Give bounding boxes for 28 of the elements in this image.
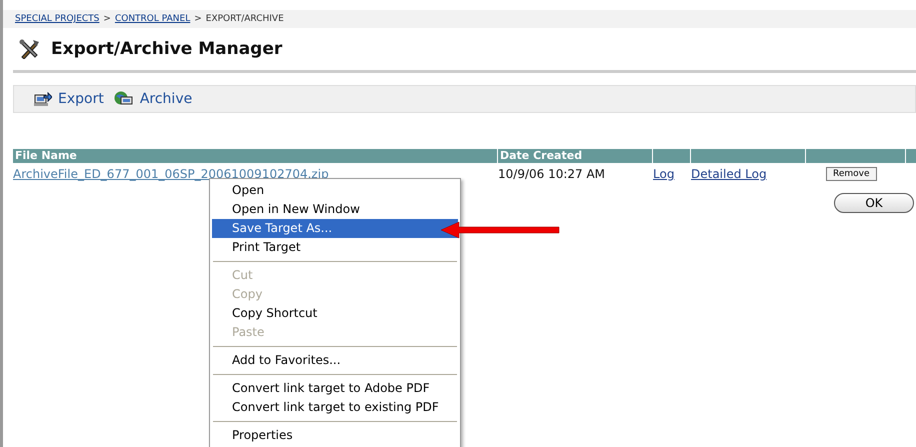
tools-icon xyxy=(19,39,41,59)
menu-item[interactable]: Save Target As... xyxy=(212,219,458,238)
toolbar-link[interactable]: Export xyxy=(34,91,104,107)
breadcrumb-link[interactable]: SPECIAL PROJECTS xyxy=(15,14,100,24)
computer-arrow-icon xyxy=(34,92,52,106)
column-header: File Name xyxy=(13,149,498,163)
menu-item[interactable]: Properties xyxy=(212,426,458,445)
menu-item[interactable]: Copy Shortcut xyxy=(212,304,458,323)
menu-item[interactable]: Open in New Window xyxy=(212,200,458,219)
date-cell-text: 10/9/06 10:27 AM xyxy=(498,167,606,181)
column-header: Date Created xyxy=(498,149,653,163)
page-title: Export/Archive Manager xyxy=(51,39,282,59)
ok-button[interactable]: OK xyxy=(834,193,914,213)
log-link[interactable]: Detailed Log xyxy=(691,167,806,181)
toolbar-link[interactable]: Archive xyxy=(114,91,192,107)
file-link[interactable]: ArchiveFile_ED_677_001_06SP_20061009102704.zip xyxy=(13,167,498,181)
breadcrumb-current: EXPORT/ARCHIVE xyxy=(206,14,284,24)
breadcrumb-separator: > xyxy=(103,14,111,24)
remove-button[interactable]: Remove xyxy=(826,167,877,181)
log-link[interactable]: Log xyxy=(653,167,691,181)
breadcrumb-separator: > xyxy=(194,14,202,24)
menu-item[interactable]: Convert link target to Adobe PDF xyxy=(212,379,458,398)
menu-item[interactable]: Print Target xyxy=(212,238,458,257)
globe-computer-icon xyxy=(114,91,134,107)
menu-item[interactable]: Convert link target to existing PDF xyxy=(212,398,458,417)
breadcrumb-link[interactable]: CONTROL PANEL xyxy=(114,14,190,24)
menu-item[interactable]: Add to Favorites... xyxy=(212,351,458,370)
menu-item[interactable]: Open xyxy=(212,181,458,200)
